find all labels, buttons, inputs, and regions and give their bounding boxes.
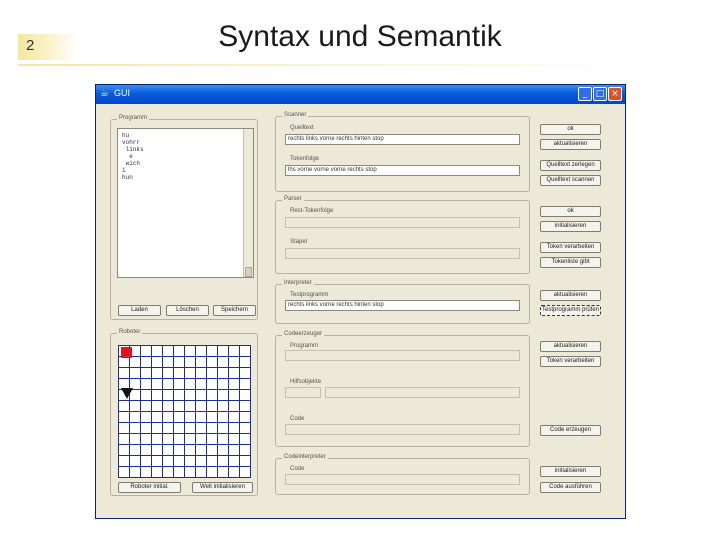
speichern-button[interactable]: Speichern [213,305,256,316]
ci-code-label: Code [290,466,305,472]
program-line: i [122,167,126,174]
ce-token-verarbeiten-button[interactable]: Token verarbeiten [540,356,601,367]
ci-code-field[interactable] [285,474,520,485]
parser-ok-button[interactable]: ok [540,206,601,217]
programm-group-label: Programm [117,114,150,123]
programm-listbox[interactable]: hu vohrr links e wich i hun [117,128,254,278]
ce-aktualisieren-button[interactable]: aktualisieren [540,341,601,352]
stapel-field[interactable] [285,248,520,259]
tokenfolge-label: Tokenfolge [290,156,320,162]
slide-title: Syntax und Semantik [218,20,502,53]
program-line: vohrr [122,139,141,146]
hilfsobjekte-field-small[interactable] [285,387,321,398]
ci-initialisieren-button[interactable]: initialisieren [540,466,601,477]
codeerzeuger-group-label: Codeerzeuger [282,330,325,339]
programm-scrollbar[interactable] [243,129,253,277]
quelltext-zerlegen-button[interactable]: Quelltext zerlegen [540,160,601,171]
hilfsobjekte-field[interactable] [325,387,520,398]
program-line: wich [122,160,141,167]
tokenliste-button[interactable]: Tokenliste gibt [540,257,601,268]
window-title: GUI [114,88,131,98]
scroll-down-arrow-icon[interactable] [245,267,252,277]
testprogramm-pruefen-button[interactable]: Testprogramm prüfen [540,305,601,316]
ce-code-field[interactable] [285,424,520,435]
parser-group-label: Parser [282,195,304,204]
codeinterpreter-group-label: Codeinterpreter [282,453,328,462]
program-line: links [122,146,144,153]
title-underline [18,64,658,66]
program-line: hu [122,132,130,139]
testprogramm-label: Testprogramm [290,292,329,298]
scanner-group-label: Scanner [282,111,309,120]
scanner-aktualisieren-button[interactable]: aktualisieren [540,139,601,150]
scanner-ok-button[interactable]: ok [540,124,601,135]
token-verarbeiten-button[interactable]: Token verarbeiten [540,242,601,253]
program-line: hun [122,174,133,181]
quelltext-field[interactable]: rechts links vorne rechts hinten stop [285,134,520,145]
code-erzeugen-button[interactable]: Code erzeugen [540,425,601,436]
quelltext-label: Quelltext [290,125,314,131]
hilfsobjekte-label: Hilfsobjekte [290,379,322,385]
testprogramm-field[interactable]: rechts links vorne rechts hinten stop [285,300,520,311]
welt-init-button[interactable]: Welt initialisieren [192,482,253,493]
quelltext-scannen-button[interactable]: Quelltext scannen [540,175,601,186]
close-button[interactable]: × [608,87,622,101]
parser-initialisieren-button[interactable]: initialisieren [540,221,601,232]
robot-arrow-icon [121,388,133,399]
window-titlebar[interactable]: ☕ GUI _ □ × [96,85,625,104]
laden-button[interactable]: Laden [118,305,161,316]
code-ausfuehren-button[interactable]: Code ausführen [540,482,601,493]
ce-programm-field[interactable] [285,350,520,361]
interpreter-aktualisieren-button[interactable]: aktualisieren [540,290,601,301]
restfolge-label: Rest-Tokenfolge [290,208,334,214]
tokenfolge-field[interactable]: lhs vorne vorne vorne rechts stop [285,165,520,176]
program-line: e [122,153,133,160]
ce-code-label: Code [290,416,305,422]
goal-marker [121,347,132,358]
ce-programm-label: Programm [290,343,319,349]
slide-title-container: Syntax und Semantik [0,20,720,54]
robot-world-grid[interactable] [118,345,251,478]
restfolge-field[interactable] [285,217,520,228]
roboter-group-label: Roboter [117,328,143,337]
interpreter-group-label: Interpreter [282,279,314,288]
loeschen-button[interactable]: Löschen [166,305,209,316]
minimize-button[interactable]: _ [578,87,592,101]
stapel-label: Stapel [290,239,308,245]
roboter-init-button[interactable]: Roboter initial. [118,482,181,493]
maximize-button[interactable]: □ [593,87,607,101]
java-app-icon: ☕ [100,88,109,99]
